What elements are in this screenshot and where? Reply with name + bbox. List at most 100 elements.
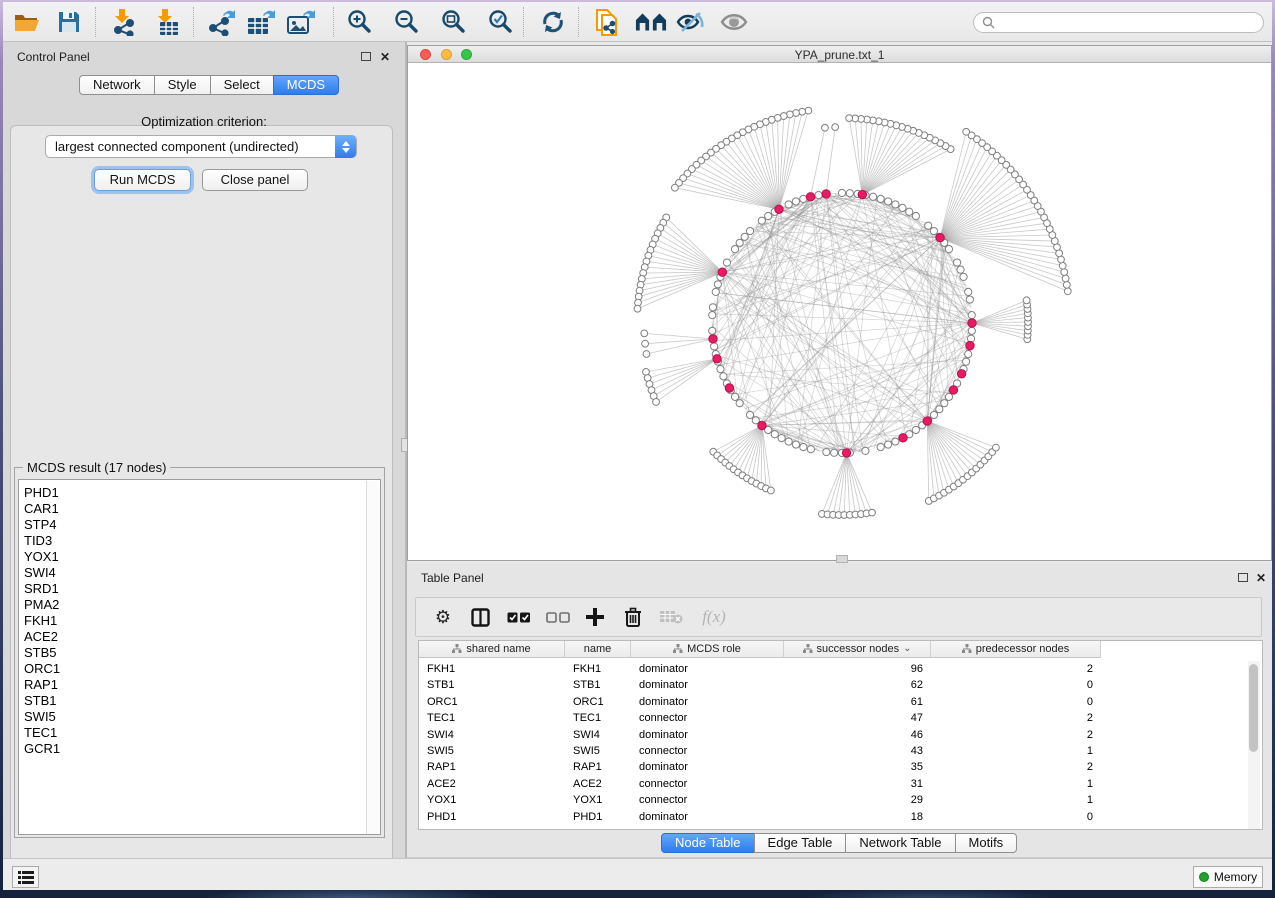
- table-cell: 2: [931, 759, 1101, 776]
- horizontal-splitter-handle[interactable]: [836, 555, 848, 563]
- mcds-result-item[interactable]: CAR1: [19, 501, 380, 517]
- mcds-result-item[interactable]: RAP1: [19, 677, 380, 693]
- show-column-panel-icon[interactable]: [465, 602, 495, 632]
- table-scrollbar-thumb[interactable]: [1249, 664, 1258, 752]
- mcds-result-item[interactable]: TID3: [19, 533, 380, 549]
- column-header-label: predecessor nodes: [976, 643, 1070, 655]
- delete-column-trash-icon[interactable]: [618, 602, 648, 632]
- mcds-result-item[interactable]: STB1: [19, 693, 380, 709]
- memory-status-icon: [1199, 872, 1209, 882]
- export-table-icon[interactable]: [245, 6, 277, 38]
- tab-edge-table[interactable]: Edge Table: [754, 833, 847, 853]
- mcds-result-item[interactable]: STP4: [19, 517, 380, 533]
- tab-node-table[interactable]: Node Table: [661, 833, 755, 853]
- run-mcds-button[interactable]: Run MCDS: [94, 169, 191, 191]
- optimization-criterion-value: largest connected component (undirected): [55, 139, 299, 154]
- table-settings-gear-icon[interactable]: ⚙: [428, 602, 458, 632]
- mcds-result-item[interactable]: TEC1: [19, 725, 380, 741]
- control-panel-float-icon[interactable]: [361, 52, 371, 61]
- show-all-icon[interactable]: [718, 6, 750, 38]
- mcds-result-item[interactable]: SWI4: [19, 565, 380, 581]
- first-neighbors-icon[interactable]: [635, 6, 667, 38]
- network-window-titlebar[interactable]: YPA_prune.txt_1: [408, 46, 1271, 63]
- table-cell: TEC1: [419, 710, 565, 727]
- table-row[interactable]: SWI5SWI5connector431: [419, 743, 1101, 760]
- refresh-layout-icon[interactable]: [537, 6, 569, 38]
- zoom-in-icon[interactable]: [343, 6, 375, 38]
- control-panel-close-icon[interactable]: ✕: [380, 51, 390, 63]
- tab-mcds[interactable]: MCDS: [273, 75, 339, 95]
- select-stepper-icon: [335, 135, 356, 158]
- column-header-shared-name[interactable]: shared name: [419, 641, 565, 658]
- import-table-icon[interactable]: [151, 6, 183, 38]
- select-all-columns-icon[interactable]: [504, 602, 534, 632]
- zoom-fit-icon[interactable]: [437, 6, 469, 38]
- tab-select[interactable]: Select: [210, 75, 274, 95]
- zoom-selected-icon[interactable]: [484, 6, 516, 38]
- memory-button[interactable]: Memory: [1193, 866, 1263, 888]
- clone-network-icon[interactable]: [591, 6, 623, 38]
- list-scrollbar[interactable]: [366, 481, 379, 835]
- tab-style[interactable]: Style: [154, 75, 211, 95]
- mcds-result-item[interactable]: SRD1: [19, 581, 380, 597]
- import-network-icon[interactable]: [108, 6, 140, 38]
- open-session-icon[interactable]: [11, 6, 43, 38]
- optimization-criterion-select[interactable]: largest connected component (undirected): [45, 135, 357, 158]
- mcds-result-item[interactable]: YOX1: [19, 549, 380, 565]
- mcds-result-item[interactable]: SWI5: [19, 709, 380, 725]
- table-row[interactable]: ORC1ORC1dominator610: [419, 694, 1101, 711]
- column-header-mcds-role[interactable]: MCDS role: [631, 641, 784, 658]
- hide-selected-icon[interactable]: [675, 6, 707, 38]
- table-cell: 46: [784, 727, 931, 744]
- tab-network-table[interactable]: Network Table: [845, 833, 955, 853]
- table-cell: ORC1: [565, 694, 631, 711]
- mcds-result-item[interactable]: PHD1: [19, 485, 380, 501]
- table-row[interactable]: SWI4SWI4dominator462: [419, 727, 1101, 744]
- toolbar-separator: [578, 7, 579, 37]
- table-row[interactable]: FKH1FKH1dominator962: [419, 661, 1101, 678]
- export-image-icon[interactable]: [285, 6, 317, 38]
- mcds-result-item[interactable]: ACE2: [19, 629, 380, 645]
- mcds-result-item[interactable]: STB5: [19, 645, 380, 661]
- node-table-header: shared name nameMCDS rolesuccessor nodes⌄…: [419, 641, 1101, 658]
- table-row[interactable]: YOX1YOX1connector291: [419, 792, 1101, 809]
- search-field[interactable]: [973, 12, 1264, 33]
- zoom-out-icon[interactable]: [390, 6, 422, 38]
- table-panel-float-icon[interactable]: [1238, 573, 1248, 582]
- table-cell: ACE2: [565, 776, 631, 793]
- search-input[interactable]: [995, 16, 1245, 30]
- tab-network[interactable]: Network: [79, 75, 155, 95]
- mcds-result-item[interactable]: ORC1: [19, 661, 380, 677]
- graph-leaf-nodes[interactable]: [634, 107, 1071, 518]
- close-panel-button[interactable]: Close panel: [202, 169, 308, 191]
- table-cell: connector: [631, 792, 784, 809]
- export-network-icon[interactable]: [205, 6, 237, 38]
- network-graph[interactable]: [408, 63, 1271, 560]
- mcds-result-list[interactable]: PHD1CAR1STP4TID3YOX1SWI4SRD1PMA2FKH1ACE2…: [18, 479, 381, 835]
- column-header-label: shared name: [466, 643, 530, 655]
- save-session-icon[interactable]: [53, 6, 85, 38]
- desktop: Control Panel ✕ Network Style Select MCD…: [0, 0, 1275, 898]
- table-row[interactable]: ACE2ACE2connector311: [419, 776, 1101, 793]
- create-column-icon[interactable]: [580, 602, 610, 632]
- mcds-result-item[interactable]: FKH1: [19, 613, 380, 629]
- deselect-all-columns-icon[interactable]: [543, 602, 573, 632]
- table-scrollbar[interactable]: [1248, 661, 1260, 829]
- table-row[interactable]: TEC1TEC1connector472: [419, 710, 1101, 727]
- mcds-result-item[interactable]: PMA2: [19, 597, 380, 613]
- column-header-name[interactable]: name: [565, 641, 631, 658]
- column-header-successor-nodes[interactable]: successor nodes⌄: [784, 641, 931, 658]
- table-row[interactable]: RAP1RAP1dominator352: [419, 759, 1101, 776]
- network-canvas[interactable]: [408, 63, 1271, 560]
- table-row[interactable]: STB1STB1dominator620: [419, 677, 1101, 694]
- function-builder-icon: f(x): [694, 602, 734, 632]
- mcds-result-item[interactable]: GCR1: [19, 741, 380, 757]
- network-window-title: YPA_prune.txt_1: [408, 48, 1271, 62]
- column-header-predecessor-nodes[interactable]: predecessor nodes: [931, 641, 1101, 658]
- task-history-button[interactable]: [12, 866, 39, 888]
- table-panel: Table Panel ✕ ⚙: [407, 563, 1272, 858]
- control-panel-title: Control Panel: [17, 50, 90, 64]
- tab-motifs[interactable]: Motifs: [955, 833, 1018, 853]
- table-panel-close-icon[interactable]: ✕: [1256, 572, 1266, 584]
- table-row[interactable]: PHD1PHD1dominator180: [419, 809, 1101, 826]
